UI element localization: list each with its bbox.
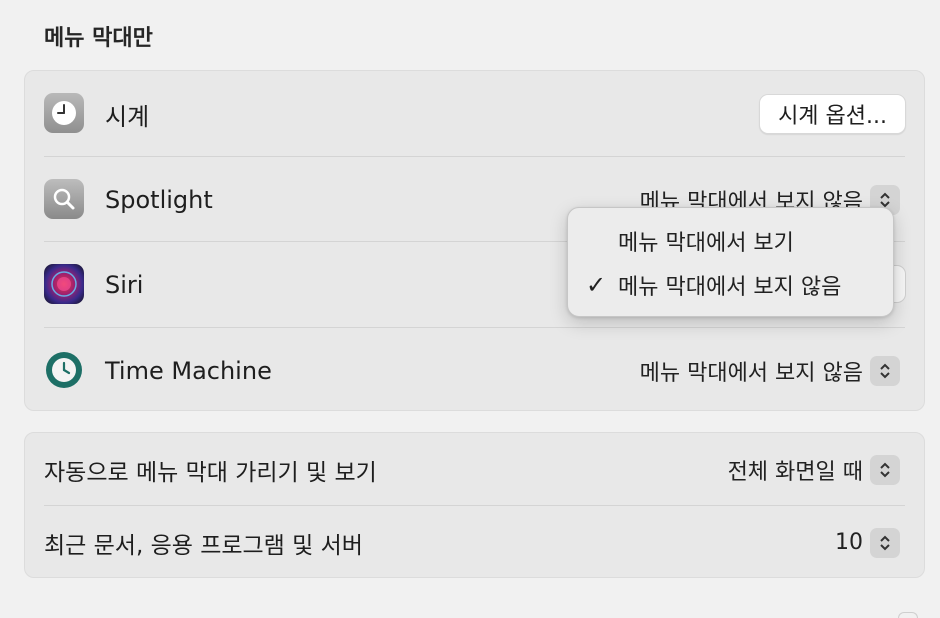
menu-bar-settings-card: 자동으로 메뉴 막대 가리기 및 보기 전체 화면일 때 최근 문서, 응용 프… — [24, 432, 925, 578]
time-machine-popup-stepper[interactable] — [870, 356, 900, 386]
recent-items-row: 최근 문서, 응용 프로그램 및 서버 10 — [25, 506, 924, 579]
clock-label: 시계 — [105, 102, 150, 131]
siri-label: Siri — [105, 271, 144, 299]
time-machine-label: Time Machine — [105, 357, 272, 385]
clock-icon — [44, 93, 84, 133]
clock-row: 시계 시계 옵션... — [25, 71, 924, 157]
recent-items-stepper[interactable] — [870, 527, 900, 558]
popup-option-label: 메뉴 막대에서 보지 않음 — [618, 275, 842, 300]
autohide-value[interactable]: 전체 화면일 때 — [728, 454, 863, 486]
spotlight-magnifier-icon — [44, 179, 84, 219]
recent-items-label: 최근 문서, 응용 프로그램 및 서버 — [44, 532, 363, 559]
popup-option-hide[interactable]: ✓ 메뉴 막대에서 보지 않음 — [568, 264, 893, 306]
time-machine-value[interactable]: 메뉴 막대에서 보지 않음 — [640, 355, 863, 387]
section-title: 메뉴 막대만 — [44, 26, 153, 51]
siri-popup-menu: 메뉴 막대에서 보기 ✓ 메뉴 막대에서 보지 않음 — [567, 207, 894, 317]
clock-options-button[interactable]: 시계 옵션... — [759, 94, 906, 134]
autohide-popup-stepper[interactable] — [870, 454, 900, 485]
siri-orb-icon — [44, 264, 84, 304]
spotlight-label: Spotlight — [105, 186, 213, 214]
checkmark-icon: ✓ — [586, 271, 607, 299]
partial-control-edge — [898, 612, 918, 618]
autohide-row: 자동으로 메뉴 막대 가리기 및 보기 전체 화면일 때 — [25, 433, 924, 506]
popup-option-label: 메뉴 막대에서 보기 — [618, 231, 794, 256]
time-machine-icon — [44, 350, 84, 390]
chevron-updown-icon — [880, 462, 890, 477]
chevron-updown-icon — [880, 363, 890, 379]
popup-option-show[interactable]: 메뉴 막대에서 보기 — [568, 220, 893, 262]
chevron-updown-icon — [880, 535, 890, 550]
time-machine-row: Time Machine 메뉴 막대에서 보지 않음 — [25, 328, 924, 414]
recent-items-value[interactable]: 10 — [835, 530, 863, 555]
autohide-label: 자동으로 메뉴 막대 가리기 및 보기 — [44, 459, 377, 486]
